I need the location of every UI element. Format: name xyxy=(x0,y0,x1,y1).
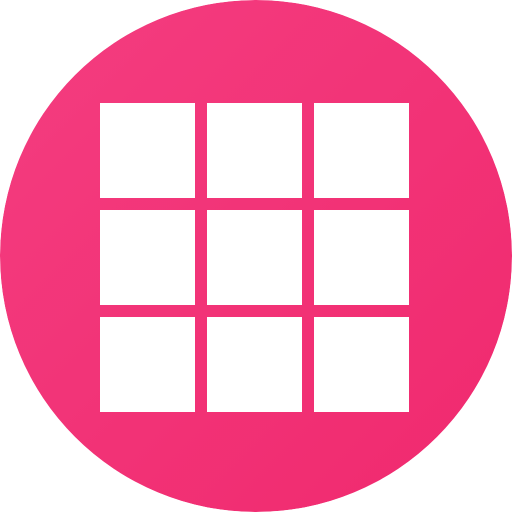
grid-icon-graphic xyxy=(0,0,512,512)
grid-tile-icon xyxy=(100,317,195,412)
canvas xyxy=(0,0,512,512)
grid-tile-icon xyxy=(100,210,195,305)
grid-tile-icon xyxy=(100,103,195,198)
grid-tile-icon xyxy=(207,317,302,412)
grid-tiles xyxy=(100,103,409,412)
grid-tile-icon xyxy=(207,103,302,198)
grid-tile-icon xyxy=(314,210,409,305)
grid-tile-icon xyxy=(207,210,302,305)
grid-tile-icon xyxy=(314,103,409,198)
grid-app-icon[interactable] xyxy=(0,0,512,512)
grid-tile-icon xyxy=(314,317,409,412)
